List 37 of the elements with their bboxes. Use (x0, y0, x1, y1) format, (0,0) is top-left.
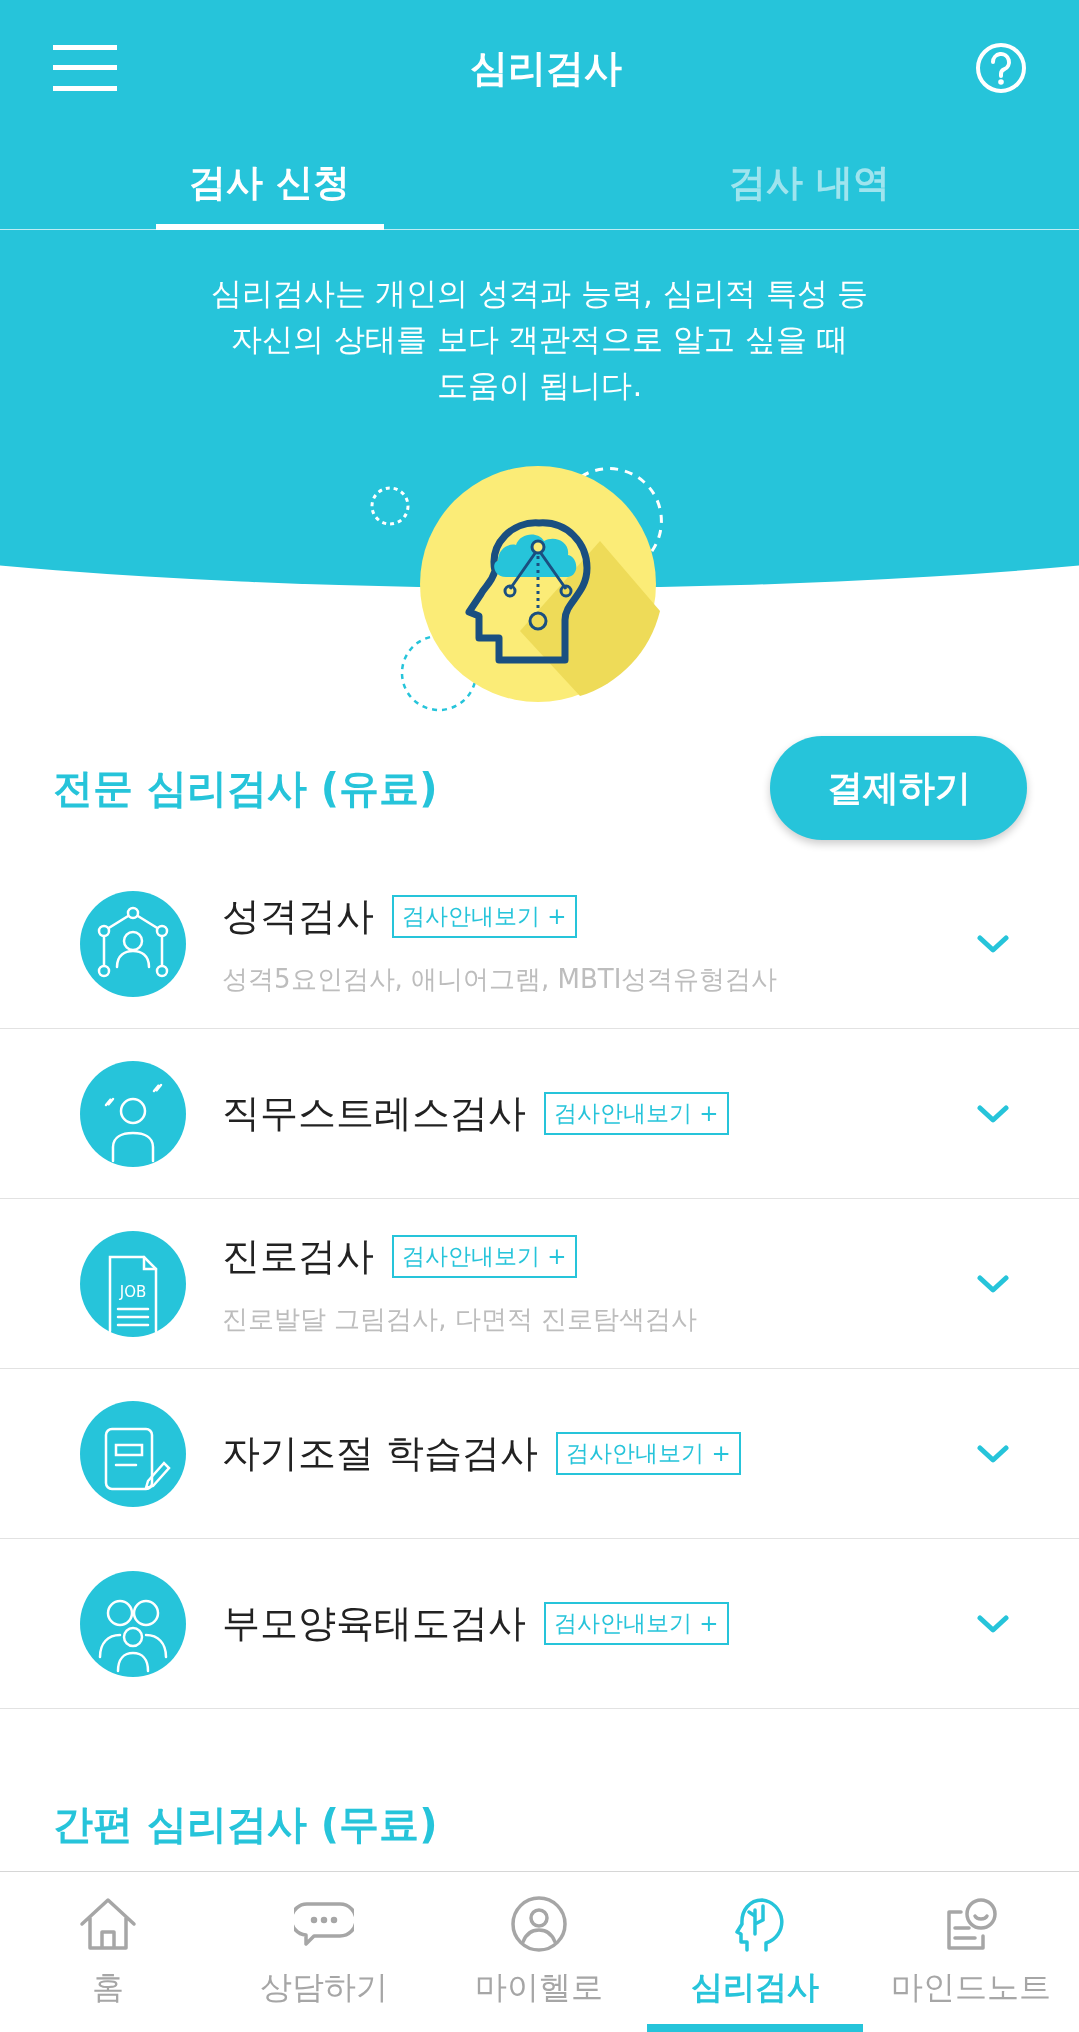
job-document-icon: JOB (80, 1230, 186, 1337)
family-icon (80, 1570, 186, 1677)
intro-text: 심리검사는 개인의 성격과 능력, 심리적 특성 등 자신의 상태를 보다 객관적으로 알고 싶을 때 도움이 됩니다. (209, 274, 870, 405)
guide-button[interactable]: 검사안내보기 + (392, 894, 577, 938)
chevron-icon[interactable] (977, 1443, 1009, 1464)
nav-item[interactable]: 마인드노트 (863, 1872, 1079, 2032)
section-title: 간편 심리검사 (무료) (52, 1800, 439, 1849)
pay-button[interactable]: 결제하기 (770, 736, 1027, 840)
test-title: 직무스트레스검사 (222, 1090, 526, 1137)
chevron-icon[interactable] (977, 1613, 1009, 1634)
guide-button[interactable]: 검사안내보기 + (392, 1234, 577, 1278)
tab[interactable]: 검사 신청 (0, 136, 540, 229)
nav-item[interactable]: 마이헬로 (431, 1872, 648, 2032)
tab[interactable]: 검사 내역 (539, 136, 1079, 229)
section-title: 전문 심리검사 (유료) (53, 763, 438, 813)
notebook-pen-icon (80, 1400, 186, 1507)
stressed-person-icon (80, 1060, 186, 1167)
chevron-icon[interactable] (977, 1103, 1009, 1124)
nav-item[interactable]: 홈 (0, 1872, 216, 2032)
chevron-icon[interactable] (977, 933, 1009, 954)
nav-item[interactable]: 상담하기 (215, 1872, 432, 2032)
test-title: 성격검사 (222, 892, 374, 940)
network-person-icon (80, 890, 186, 997)
test-title: 자기조절 학습검사 (222, 1430, 539, 1477)
page-title: 심리검사 (470, 44, 622, 92)
help-icon[interactable] (975, 42, 1027, 94)
test-subtitle: 진로발달 그림검사, 다면적 진로탐색검사 (222, 1302, 699, 1336)
chevron-icon[interactable] (977, 1273, 1009, 1294)
test-title: 진로검사 (222, 1232, 374, 1280)
menu-icon[interactable] (53, 45, 117, 91)
nav-item[interactable]: 심리검사 (647, 1872, 864, 2032)
guide-button[interactable]: 검사안내보기 + (556, 1432, 741, 1475)
person-icon (509, 1894, 570, 1954)
guide-button[interactable]: 검사안내보기 + (544, 1092, 729, 1135)
test-title: 부모양육태도검사 (222, 1600, 526, 1647)
guide-button[interactable]: 검사안내보기 + (544, 1602, 729, 1645)
test-subtitle: 성격5요인검사, 애니어그램, MBTI성격유형검사 (222, 962, 779, 996)
